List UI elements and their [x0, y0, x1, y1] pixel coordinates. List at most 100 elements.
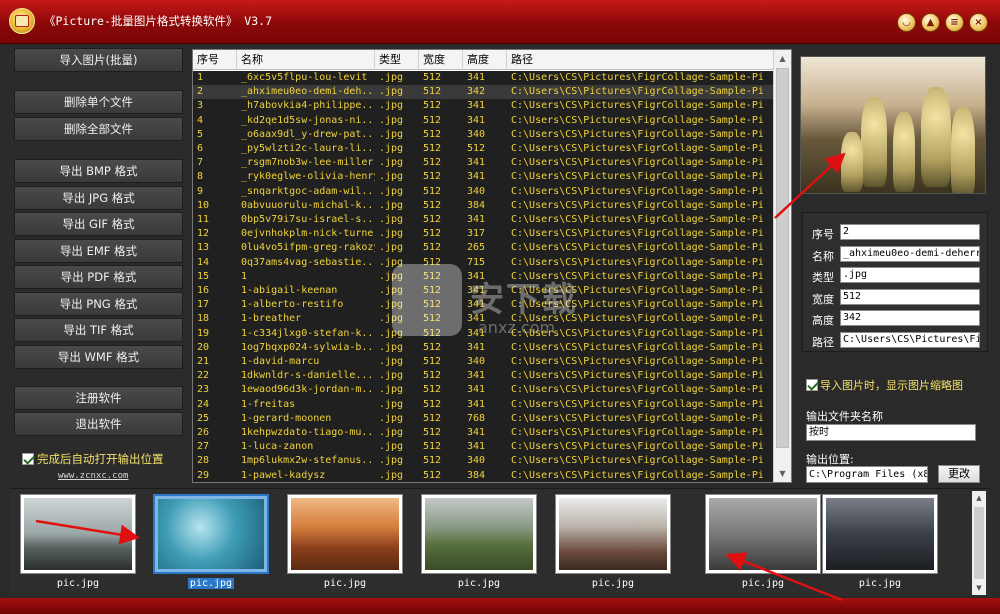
table-row[interactable]: 25 1-gerard-moonen .jpg 512 768 C:\Users\CS\P… [193, 412, 773, 426]
close-icon[interactable]: × [969, 13, 988, 32]
table-row[interactable]: 24 1-freitas .jpg 512 341 C:\Users\CS\Picture… [193, 398, 773, 412]
export-pdf-button[interactable]: 导出 PDF 格式 [14, 265, 183, 289]
thumbnail[interactable] [555, 494, 671, 574]
cell-path: C:\Users\CS\Pictures\FigrCollage-Sample-… [511, 455, 763, 467]
thumbnail[interactable] [822, 494, 938, 574]
skin-icon[interactable]: ◡ [897, 13, 916, 32]
exit-button[interactable]: 退出软件 [14, 412, 183, 436]
table-row[interactable]: 3 _h7abovkia4-philippe... .jpg 512 341 C:\Use… [193, 99, 773, 113]
cell-width: 512 [423, 157, 442, 169]
info-width-field[interactable]: 512 [840, 289, 980, 305]
cell-name: 0ejvnhokplm-nick-turner [241, 228, 375, 240]
thumbnail-label: pic.jpg [287, 578, 403, 589]
export-jpg-button[interactable]: 导出 JPG 格式 [14, 186, 183, 210]
table-row[interactable]: 13 0lu4vo5ifpm-greg-rakozy .jpg 512 265 C:\Us… [193, 241, 773, 255]
file-table[interactable]: 序号 名称 类型 宽度 高度 路径 1 _6xc5v5flpu-lou-levit… [192, 49, 792, 483]
output-location-label: 输出位置: [806, 453, 854, 466]
table-row[interactable]: 27 1-luca-zanon .jpg 512 341 C:\Users\CS\Pict… [193, 440, 773, 454]
col-width-header[interactable]: 宽度 [419, 50, 463, 70]
thumbnail[interactable] [287, 494, 403, 574]
thumbnail-image [291, 498, 399, 570]
info-name-field[interactable]: _ahximeu0eo-demi-deherrera [840, 246, 980, 262]
cell-path: C:\Users\CS\Pictures\FigrCollage-Sample-… [511, 441, 763, 453]
table-row[interactable]: 8 _ryk0eglwe-olivia-henry .jpg 512 341 C:\Use… [193, 170, 773, 184]
table-scrollbar[interactable]: ▲ ▼ [773, 50, 791, 482]
table-row[interactable]: 11 0bp5v79i7su-israel-s... .jpg 512 341 C:\Us… [193, 213, 773, 227]
import-images-button[interactable]: 导入图片(批量) [14, 48, 183, 72]
export-emf-button[interactable]: 导出 EMF 格式 [14, 239, 183, 263]
auto-open-option[interactable]: 完成后自动打开输出位置 [22, 451, 164, 467]
cell-path: C:\Users\CS\Pictures\FigrCollage-Sample-… [511, 228, 763, 240]
cell-width: 512 [423, 469, 442, 481]
cell-index: 5 [197, 128, 204, 140]
export-gif-button[interactable]: 导出 GIF 格式 [14, 212, 183, 236]
table-row[interactable]: 1 _6xc5v5flpu-lou-levit .jpg 512 341 C:\Users… [193, 71, 773, 85]
col-height-header[interactable]: 高度 [463, 50, 507, 70]
cell-path: C:\Users\CS\Pictures\FigrCollage-Sample-… [511, 341, 763, 353]
table-row[interactable]: 5 _o6aax9dl_y-drew-pat... .jpg 512 340 C:\Use… [193, 128, 773, 142]
auto-open-checkbox[interactable] [22, 453, 34, 465]
table-row[interactable]: 29 1-pawel-kadysz .jpg 512 384 C:\Users\CS\Pi… [193, 469, 773, 482]
table-row[interactable]: 20 1og7bqxp024-sylwia-b... .jpg 512 341 C:\Us… [193, 341, 773, 355]
cell-type: .jpg [379, 128, 404, 140]
cell-path: C:\Users\CS\Pictures\FigrCollage-Sample-… [511, 86, 763, 98]
info-index-field[interactable]: 2 [840, 224, 980, 240]
table-row[interactable]: 23 1ewaod96d3k-jordan-m... .jpg 512 341 C:\Us… [193, 383, 773, 397]
table-row[interactable]: 4 _kd2qe1d5sw-jonas-ni... .jpg 512 341 C:\Use… [193, 114, 773, 128]
cell-type: .jpg [379, 100, 404, 112]
info-height-field[interactable]: 342 [840, 310, 980, 326]
table-row[interactable]: 10 0abvuuorulu-michal-k... .jpg 512 384 C:\Us… [193, 199, 773, 213]
menu-icon[interactable]: ≡ [945, 13, 964, 32]
thumbnail[interactable] [705, 494, 821, 574]
thumb-scroll-up-icon[interactable]: ▲ [972, 491, 986, 505]
export-bmp-button[interactable]: 导出 BMP 格式 [14, 159, 183, 183]
output-location-field[interactable]: C:\Program Files (x86) [806, 466, 928, 483]
cell-name: 1kehpwzdato-tiago-mu... [241, 427, 375, 438]
export-png-button[interactable]: 导出 PNG 格式 [14, 292, 183, 316]
thumbnail[interactable] [153, 494, 269, 574]
table-row[interactable]: 26 1kehpwzdato-tiago-mu... .jpg 512 341 C:\Us… [193, 426, 773, 440]
up-icon[interactable]: ▲ [921, 13, 940, 32]
cell-name: 1 [241, 270, 248, 282]
export-wmf-button[interactable]: 导出 WMF 格式 [14, 345, 183, 369]
table-row[interactable]: 28 1mp6lukmx2w-stefanus... .jpg 512 340 C:\Us… [193, 454, 773, 468]
table-row[interactable]: 2 _ahximeu0eo-demi-deh... .jpg 512 342 C:\Use… [193, 85, 773, 100]
info-type-field[interactable]: .jpg [840, 267, 980, 283]
table-row[interactable]: 7 _rsgm7nob3w-lee-miller .jpg 512 341 C:\User… [193, 156, 773, 170]
thumbnail[interactable] [20, 494, 136, 574]
cell-type: .jpg [379, 427, 404, 438]
cell-width: 512 [423, 398, 442, 410]
table-row[interactable]: 9 _snqarktgoc-adam-wil... .jpg 512 340 C:\Use… [193, 185, 773, 199]
thumb-scroll-thumb[interactable] [974, 507, 984, 579]
scroll-down-icon[interactable]: ▼ [774, 465, 791, 482]
table-row[interactable]: 21 1-david-marcu .jpg 512 340 C:\Users\CS\Pic… [193, 355, 773, 369]
show-thumbnail-option[interactable]: 导入图片时，显示图片缩略图 [806, 377, 963, 393]
output-folder-field[interactable]: 按时 [806, 424, 976, 441]
cell-type: .jpg [379, 455, 404, 467]
table-row[interactable]: 6 _py5wlzti2c-laura-li... .jpg 512 512 C:\Use… [193, 142, 773, 156]
delete-single-button[interactable]: 删除单个文件 [14, 90, 183, 114]
thumb-scroll-down-icon[interactable]: ▼ [972, 581, 986, 595]
scroll-up-icon[interactable]: ▲ [774, 50, 791, 67]
table-row[interactable]: 12 0ejvnhokplm-nick-turner .jpg 512 317 C:\Us… [193, 227, 773, 241]
delete-all-button[interactable]: 删除全部文件 [14, 117, 183, 141]
change-location-button[interactable]: 更改 [938, 465, 980, 483]
website-link[interactable]: www.zcnxc.com [58, 471, 128, 481]
show-thumbnail-checkbox[interactable] [806, 379, 818, 391]
table-row[interactable]: 14 0q37ams4vag-sebastie... .jpg 512 715 C:\Us… [193, 256, 773, 270]
thumbnail-label-text: pic.jpg [741, 578, 785, 589]
cell-name: 0lu4vo5ifpm-greg-rakozy [241, 242, 375, 254]
col-index-header[interactable]: 序号 [193, 50, 237, 70]
col-type-header[interactable]: 类型 [375, 50, 419, 70]
cell-name: 1ewaod96d3k-jordan-m... [241, 384, 375, 396]
scroll-thumb[interactable] [776, 68, 789, 448]
export-tif-button[interactable]: 导出 TIF 格式 [14, 318, 183, 342]
col-name-header[interactable]: 名称 [237, 50, 375, 70]
table-row[interactable]: 22 1dkwnldr-s-danielle... .jpg 512 341 C:\Use… [193, 369, 773, 383]
thumbnail[interactable] [421, 494, 537, 574]
col-path-header[interactable]: 路径 [507, 50, 773, 70]
info-path-field[interactable]: C:\Users\CS\Pictures\FigrC [840, 332, 980, 348]
thumbnail-scrollbar[interactable]: ▲ ▼ [972, 491, 986, 595]
register-button[interactable]: 注册软件 [14, 386, 183, 410]
cell-name: _ahximeu0eo-demi-deh... [241, 86, 375, 98]
